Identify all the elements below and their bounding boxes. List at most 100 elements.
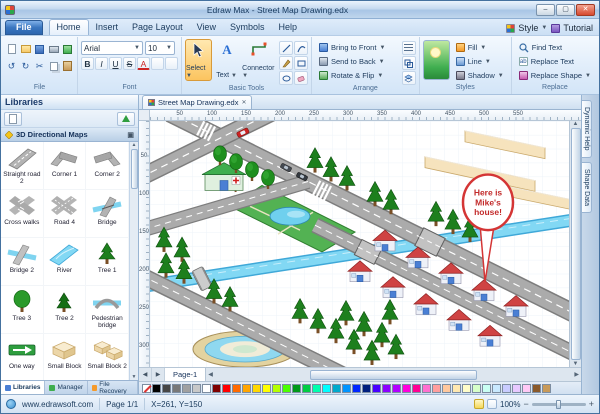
export-button[interactable]	[61, 41, 74, 57]
library-scrollbar[interactable]: ▲ ▼	[129, 142, 138, 380]
palette-color-swatch[interactable]	[252, 384, 261, 393]
tab-help[interactable]: Help	[271, 20, 304, 35]
send-to-back-button[interactable]: Send to Back▼	[315, 55, 400, 68]
library-item[interactable]: Bridge	[86, 190, 129, 238]
library-item[interactable]: Cross walks	[1, 190, 44, 238]
palette-color-swatch[interactable]	[502, 384, 511, 393]
palette-color-swatch[interactable]	[382, 384, 391, 393]
bring-to-front-button[interactable]: Bring to Front▼	[315, 41, 400, 54]
palette-color-swatch[interactable]	[432, 384, 441, 393]
file-menu-button[interactable]: File	[5, 20, 43, 35]
cut-button[interactable]: ✂	[33, 58, 46, 74]
ellipse-tool-button[interactable]	[279, 71, 293, 85]
palette-color-swatch[interactable]	[222, 384, 231, 393]
vertical-scrollbar-thumb[interactable]	[571, 128, 581, 360]
library-item[interactable]: Pedestrian bridge	[86, 286, 129, 334]
palette-color-swatch[interactable]	[272, 384, 281, 393]
palette-color-swatch[interactable]	[262, 384, 271, 393]
font-name-combobox[interactable]: Arial▼	[81, 41, 143, 55]
palette-color-swatch[interactable]	[452, 384, 461, 393]
library-item[interactable]: Corner 1	[44, 142, 87, 190]
tutorial-menu[interactable]: Tutorial	[549, 23, 595, 35]
scroll-right-icon[interactable]: ▶	[574, 371, 579, 378]
replace-text-button[interactable]: abReplace Text	[515, 55, 595, 68]
palette-color-swatch[interactable]	[232, 384, 241, 393]
pen-tool-button[interactable]	[279, 56, 293, 70]
select-tool-button[interactable]: Select ▼	[185, 39, 212, 81]
tab-home[interactable]: Home	[49, 19, 89, 35]
library-item[interactable]: Road 4	[44, 190, 87, 238]
library-scrollbar-thumb[interactable]	[131, 149, 138, 189]
horizontal-scrollbar[interactable]: ◀ ▶	[206, 368, 581, 381]
open-button[interactable]	[19, 41, 32, 57]
palette-color-swatch[interactable]	[462, 384, 471, 393]
library-item[interactable]: Corner 2	[86, 142, 129, 190]
undo-button[interactable]: ↺	[5, 58, 18, 74]
palette-color-swatch[interactable]	[372, 384, 381, 393]
eraser-tool-button[interactable]	[294, 71, 308, 85]
palette-color-swatch[interactable]	[442, 384, 451, 393]
zoom-in-button[interactable]: +	[589, 400, 594, 409]
maximize-button[interactable]: ▢	[556, 4, 575, 16]
palette-color-swatch[interactable]	[402, 384, 411, 393]
find-text-button[interactable]: Find Text	[515, 41, 595, 54]
library-item[interactable]: One way	[1, 334, 44, 380]
library-item[interactable]: Small Block 2	[86, 334, 129, 380]
palette-color-swatch[interactable]	[412, 384, 421, 393]
library-item[interactable]: Tree 1	[86, 238, 129, 286]
zoom-mode-button[interactable]	[487, 399, 497, 409]
library-item[interactable]: River	[44, 238, 87, 286]
style-menu[interactable]: Style ▼	[504, 23, 549, 35]
library-new-button[interactable]	[4, 112, 22, 126]
zoom-slider-thumb[interactable]	[556, 400, 561, 409]
save-button[interactable]	[33, 41, 46, 57]
library-section-header[interactable]: 3D Directional Maps ▣	[1, 128, 138, 142]
arc-tool-button[interactable]	[294, 41, 308, 55]
palette-color-swatch[interactable]	[492, 384, 501, 393]
library-item[interactable]: Straight road 2	[1, 142, 44, 190]
library-import-button[interactable]	[117, 112, 135, 126]
close-button[interactable]: ✕	[576, 4, 595, 16]
theme-style-button[interactable]	[423, 40, 450, 80]
palette-color-swatch[interactable]	[472, 384, 481, 393]
layer-button[interactable]	[402, 71, 416, 85]
tab-shape-data[interactable]: Shape Data	[582, 162, 592, 213]
tab-symbols[interactable]: Symbols	[223, 20, 272, 35]
palette-color-swatch[interactable]	[532, 384, 541, 393]
palette-color-swatch[interactable]	[542, 384, 551, 393]
strikethrough-button[interactable]: S	[123, 57, 136, 70]
fill-button[interactable]: Fill▼	[452, 41, 508, 54]
redo-button[interactable]: ↻	[19, 58, 32, 74]
connector-tool-button[interactable]: Connector ▼	[241, 39, 276, 81]
horizontal-scrollbar-thumb[interactable]	[310, 370, 477, 380]
palette-color-swatch[interactable]	[162, 384, 171, 393]
align-button[interactable]	[402, 41, 416, 55]
library-item[interactable]: Tree 2	[44, 286, 87, 334]
palette-color-swatch[interactable]	[392, 384, 401, 393]
no-color-swatch[interactable]	[142, 384, 151, 393]
zoom-slider[interactable]	[532, 403, 586, 406]
rectangle-tool-button[interactable]	[294, 56, 308, 70]
palette-color-swatch[interactable]	[282, 384, 291, 393]
line-button[interactable]: Line▼	[452, 55, 508, 68]
copy-button[interactable]	[47, 58, 60, 74]
tab-page-layout[interactable]: Page Layout	[125, 20, 190, 35]
drawing-canvas[interactable]: Here is Mike's house!	[150, 121, 569, 367]
palette-color-swatch[interactable]	[342, 384, 351, 393]
street-map-drawing[interactable]: Here is Mike's house!	[150, 121, 569, 367]
palette-color-swatch[interactable]	[312, 384, 321, 393]
new-document-button[interactable]	[5, 41, 18, 57]
palette-color-swatch[interactable]	[152, 384, 161, 393]
palette-color-swatch[interactable]	[192, 384, 201, 393]
library-item[interactable]: Small Block	[44, 334, 87, 380]
text-tool-button[interactable]: A Text ▼	[213, 39, 240, 81]
shadow-button[interactable]: Shadow▼	[452, 69, 508, 82]
palette-color-swatch[interactable]	[302, 384, 311, 393]
group-button[interactable]	[402, 56, 416, 70]
page-tab[interactable]: Page-1	[165, 368, 206, 381]
tab-libraries[interactable]: Libraries	[1, 381, 45, 394]
scroll-up-icon[interactable]: ▲	[132, 142, 137, 148]
document-tab[interactable]: Street Map Drawing.edx ✕	[142, 95, 252, 109]
close-document-icon[interactable]: ✕	[241, 99, 246, 106]
font-color-button[interactable]: A	[137, 57, 150, 70]
